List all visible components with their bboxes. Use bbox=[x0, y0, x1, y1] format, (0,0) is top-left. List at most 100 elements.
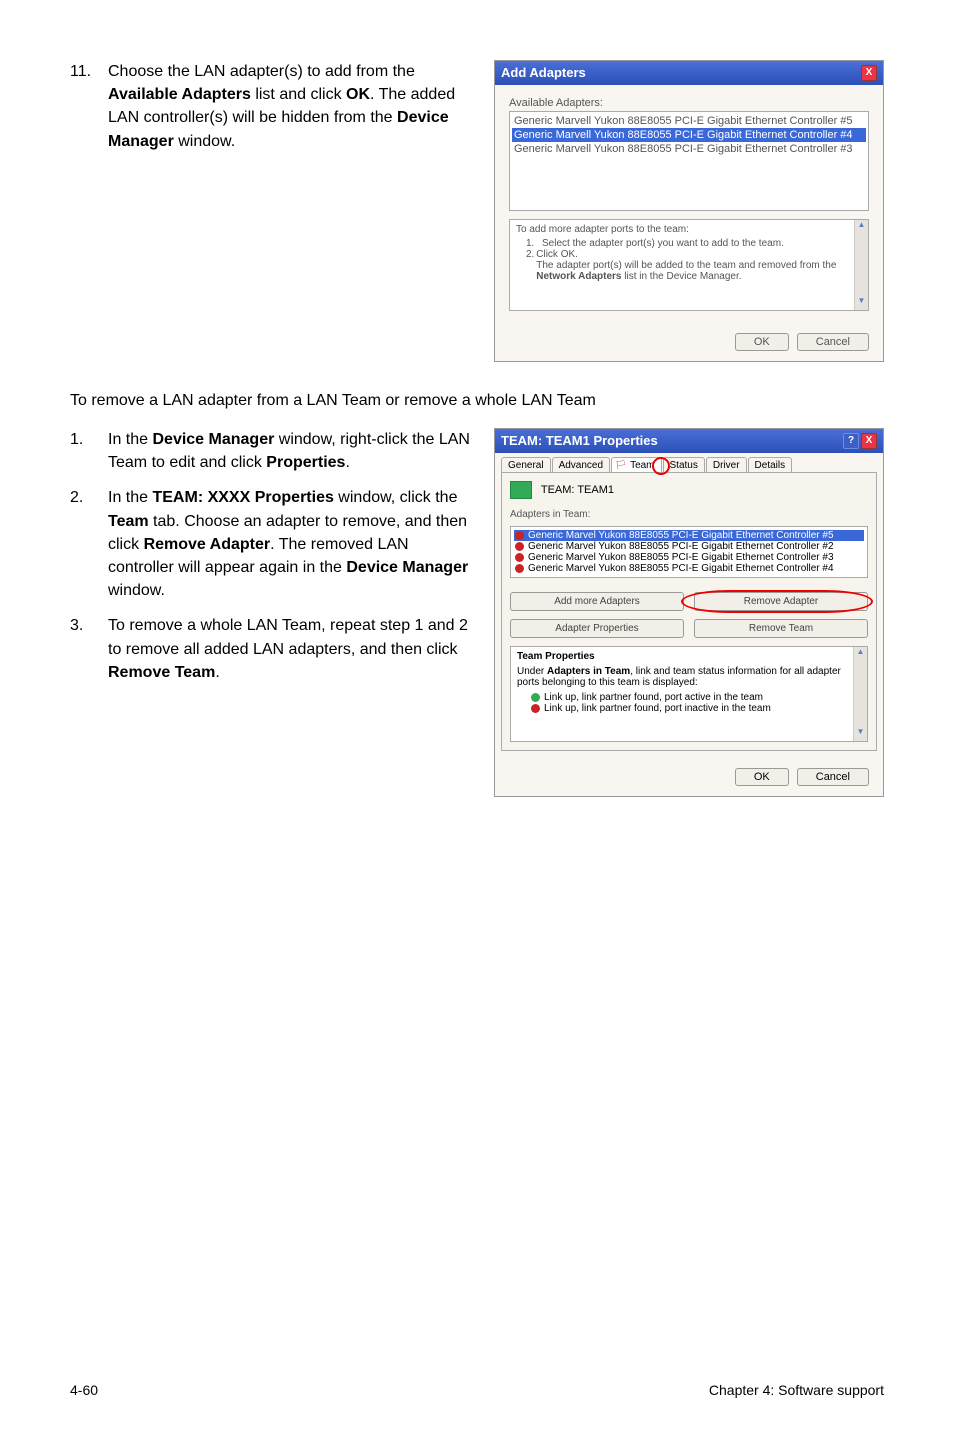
dialog-titlebar: Add Adapters X bbox=[495, 61, 883, 85]
text: window, click the bbox=[334, 489, 458, 506]
status-dot-icon bbox=[515, 564, 524, 573]
close-icon[interactable]: X bbox=[861, 65, 877, 81]
legend-text: Link up, link partner found, port inacti… bbox=[544, 703, 771, 714]
status-dot-icon bbox=[515, 553, 524, 562]
list-item[interactable]: Generic Marvell Yukon 88E8055 PCI-E Giga… bbox=[512, 128, 866, 142]
section-heading: To remove a LAN adapter from a LAN Team … bbox=[70, 392, 884, 410]
instr-num: 2. bbox=[526, 249, 536, 282]
instructions-box: ▲ ▼ To add more adapter ports to the tea… bbox=[509, 219, 869, 311]
text: Adapters in Team bbox=[547, 666, 630, 677]
scroll-up-icon[interactable]: ▲ bbox=[854, 647, 867, 661]
label-remove-team: Remove Team bbox=[108, 664, 215, 681]
ok-button[interactable]: OK bbox=[735, 333, 789, 351]
instr-num: 1. bbox=[526, 238, 542, 249]
add-adapters-dialog: Add Adapters X Available Adapters: Gener… bbox=[494, 60, 884, 362]
list-item[interactable]: Generic Marvel Yukon 88E8055 PCI-E Gigab… bbox=[514, 530, 864, 541]
instr-heading: To add more adapter ports to the team: bbox=[516, 224, 862, 235]
step-number: 11. bbox=[70, 60, 108, 153]
scrollbar[interactable]: ▲ ▼ bbox=[853, 647, 867, 741]
tab-driver[interactable]: Driver bbox=[706, 457, 747, 473]
label-network-adapters: Network Adapters bbox=[536, 271, 621, 282]
text: The adapter port(s) will be added to the… bbox=[536, 260, 836, 271]
chapter-title: Chapter 4: Software support bbox=[709, 1382, 884, 1398]
status-dot-icon bbox=[531, 693, 540, 702]
tab-details[interactable]: Details bbox=[748, 457, 793, 473]
adapter-name: Generic Marvel Yukon 88E8055 PCI-E Gigab… bbox=[528, 530, 834, 541]
text: list in the Device Manager. bbox=[621, 271, 741, 282]
remove-adapter-button[interactable]: Remove Adapter bbox=[694, 592, 868, 611]
adapters-in-team-list[interactable]: Generic Marvel Yukon 88E8055 PCI-E Gigab… bbox=[510, 526, 868, 578]
props-desc: Under Adapters in Team, link and team st… bbox=[517, 666, 861, 688]
text: The adapter port(s) will be added to the… bbox=[536, 260, 862, 282]
tab-team[interactable]: 🏳 Team bbox=[611, 457, 661, 473]
page-number: 4-60 bbox=[70, 1382, 98, 1398]
list-item[interactable]: Generic Marvel Yukon 88E8055 PCI-E Gigab… bbox=[514, 541, 864, 552]
text: Click OK. bbox=[536, 249, 862, 260]
ok-button[interactable]: OK bbox=[735, 768, 789, 786]
step11-text: Choose the LAN adapter(s) to add from th… bbox=[108, 60, 474, 153]
add-more-adapters-button[interactable]: Add more Adapters bbox=[510, 592, 684, 611]
cancel-button[interactable]: Cancel bbox=[797, 333, 869, 351]
step-number: 3. bbox=[70, 614, 108, 684]
tab-status[interactable]: Status bbox=[663, 457, 705, 473]
button-label: Remove Adapter bbox=[744, 596, 819, 607]
tab-advanced[interactable]: Advanced bbox=[552, 457, 610, 473]
list-item[interactable]: Generic Marvell Yukon 88E8055 PCI-E Giga… bbox=[512, 142, 866, 156]
remove-team-button[interactable]: Remove Team bbox=[694, 619, 868, 638]
step-number: 1. bbox=[70, 428, 108, 474]
scroll-down-icon[interactable]: ▼ bbox=[855, 296, 868, 310]
label-ok: OK bbox=[346, 86, 370, 103]
list-item[interactable]: Generic Marvel Yukon 88E8055 PCI-E Gigab… bbox=[514, 563, 864, 574]
text: window. bbox=[174, 133, 235, 150]
adapter-properties-button[interactable]: Adapter Properties bbox=[510, 619, 684, 638]
legend-text: Link up, link partner found, port active… bbox=[544, 692, 763, 703]
status-dot-icon bbox=[515, 531, 524, 540]
team-icon bbox=[510, 481, 532, 499]
tab-label: Team bbox=[630, 460, 654, 471]
status-dot-icon bbox=[531, 704, 540, 713]
flag-icon: 🏳 bbox=[615, 460, 626, 471]
text: To remove a whole LAN Team, repeat step … bbox=[108, 617, 468, 657]
help-icon[interactable]: ? bbox=[843, 433, 859, 449]
text: . bbox=[345, 454, 349, 471]
text: Under bbox=[517, 666, 547, 677]
step3-text: To remove a whole LAN Team, repeat step … bbox=[108, 614, 474, 684]
team-properties-box: ▲ ▼ Team Properties Under Adapters in Te… bbox=[510, 646, 868, 742]
dialog-title: TEAM: TEAM1 Properties bbox=[501, 433, 658, 449]
props-title: Team Properties bbox=[517, 651, 595, 662]
label-team-properties: TEAM: XXXX Properties bbox=[152, 489, 333, 506]
step1-text: In the Device Manager window, right-clic… bbox=[108, 428, 474, 474]
scroll-up-icon[interactable]: ▲ bbox=[855, 220, 868, 234]
dialog-title: Add Adapters bbox=[501, 65, 586, 81]
instr-text: Select the adapter port(s) you want to a… bbox=[542, 238, 784, 249]
scroll-down-icon[interactable]: ▼ bbox=[854, 727, 867, 741]
adapter-name: Generic Marvel Yukon 88E8055 PCI-E Gigab… bbox=[528, 563, 834, 574]
tab-general[interactable]: General bbox=[501, 457, 551, 473]
cancel-button[interactable]: Cancel bbox=[797, 768, 869, 786]
text: window. bbox=[108, 582, 165, 599]
text: Choose the LAN adapter(s) to add from th… bbox=[108, 63, 415, 80]
label-remove-adapter: Remove Adapter bbox=[144, 536, 271, 553]
label-device-manager: Device Manager bbox=[152, 431, 274, 448]
text: . bbox=[215, 664, 219, 681]
adapter-name: Generic Marvel Yukon 88E8055 PCI-E Gigab… bbox=[528, 541, 834, 552]
label-team: Team bbox=[108, 513, 149, 530]
list-item[interactable]: Generic Marvel Yukon 88E8055 PCI-E Gigab… bbox=[514, 552, 864, 563]
label-device-manager: Device Manager bbox=[346, 559, 468, 576]
text: In the bbox=[108, 431, 152, 448]
step-number: 2. bbox=[70, 486, 108, 602]
list-item[interactable]: Generic Marvell Yukon 88E8055 PCI-E Giga… bbox=[512, 114, 866, 128]
close-icon[interactable]: X bbox=[861, 433, 877, 449]
scrollbar[interactable]: ▲ ▼ bbox=[854, 220, 868, 310]
adapters-label: Adapters in Team: bbox=[510, 509, 868, 520]
label-properties: Properties bbox=[266, 454, 345, 471]
tab-bar: General Advanced 🏳 Team Status Driver De… bbox=[495, 453, 883, 473]
available-adapters-list[interactable]: Generic Marvell Yukon 88E8055 PCI-E Giga… bbox=[509, 111, 869, 211]
team-properties-dialog: TEAM: TEAM1 Properties ? X General Advan… bbox=[494, 428, 884, 797]
text: In the bbox=[108, 489, 152, 506]
team-label: TEAM: TEAM1 bbox=[541, 484, 614, 496]
available-adapters-label: Available Adapters: bbox=[509, 97, 869, 109]
step2-text: In the TEAM: XXXX Properties window, cli… bbox=[108, 486, 474, 602]
adapter-name: Generic Marvel Yukon 88E8055 PCI-E Gigab… bbox=[528, 552, 834, 563]
label-available-adapters: Available Adapters bbox=[108, 86, 251, 103]
